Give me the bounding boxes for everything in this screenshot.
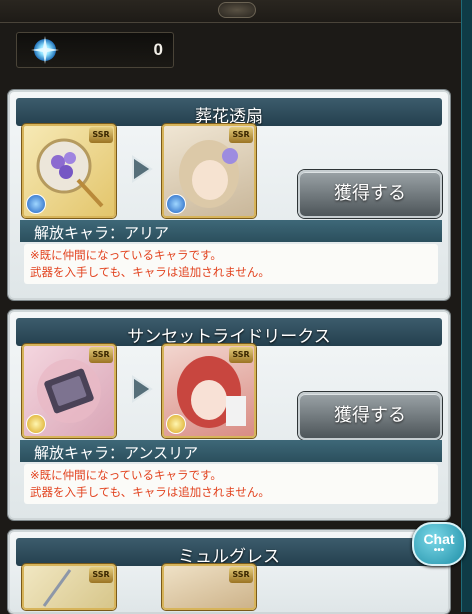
notice-line: 武器を入手しても、キャラは追加されません。 xyxy=(30,485,270,499)
light-element-icon xyxy=(26,414,46,434)
unlock-character-bar: 解放キャラ：アリア xyxy=(20,220,442,242)
weapon-icon[interactable]: SSR xyxy=(22,124,116,218)
chat-dots: ••• xyxy=(433,545,445,556)
notice-line: ※既に仲間になっているキャラです。 xyxy=(30,248,222,262)
notice-box: ※既に仲間になっているキャラです。 武器を入手しても、キャラは追加されません。 xyxy=(24,244,438,284)
top-frame xyxy=(0,0,462,23)
water-element-icon xyxy=(26,194,46,214)
unlock-character-label: 解放キャラ：アンスリア xyxy=(34,444,199,462)
unlock-character-bar: 解放キャラ：アンスリア xyxy=(20,440,442,462)
rarity-badge: SSR xyxy=(89,567,113,583)
frame-ornament xyxy=(218,2,256,18)
card-title-bar: サンセットライドリークス xyxy=(16,318,442,347)
character-icon[interactable]: SSR xyxy=(162,344,256,438)
rarity-badge: SSR xyxy=(89,127,113,143)
rarity-badge: SSR xyxy=(89,347,113,363)
arrow-right-icon xyxy=(132,155,153,183)
rarity-badge: SSR xyxy=(229,127,253,143)
card-title-bar: 葬花透扇 xyxy=(16,98,442,127)
character-icon[interactable]: SSR xyxy=(162,564,256,610)
rarity-badge: SSR xyxy=(229,567,253,583)
crystal-icon xyxy=(31,36,59,64)
character-icon[interactable]: SSR xyxy=(162,124,256,218)
rarity-badge: SSR xyxy=(229,347,253,363)
notice-line: 武器を入手しても、キャラは追加されません。 xyxy=(30,265,270,279)
light-element-icon xyxy=(166,414,186,434)
weapon-icon[interactable]: SSR xyxy=(22,344,116,438)
obtain-button[interactable]: 獲得する xyxy=(298,392,442,440)
weapon-card: ミュルグレス SSR SSR xyxy=(8,530,450,614)
unlock-character-label: 解放キャラ：アリア xyxy=(34,224,170,242)
water-element-icon xyxy=(166,194,186,214)
obtain-button[interactable]: 獲得する xyxy=(298,170,442,218)
side-scroll-bar[interactable] xyxy=(461,0,472,612)
crystal-balance: 0 xyxy=(16,32,174,68)
card-title-bar: ミュルグレス xyxy=(16,538,442,567)
notice-line: ※既に仲間になっているキャラです。 xyxy=(30,468,222,482)
notice-box: ※既に仲間になっているキャラです。 武器を入手しても、キャラは追加されません。 xyxy=(24,464,438,504)
chat-button[interactable]: Chat ••• xyxy=(412,522,466,566)
weapon-card: サンセットライドリークス SSR SSR 獲得する 解放キャラ：アンスリア ※既… xyxy=(8,310,450,520)
crystal-count: 0 xyxy=(153,40,163,59)
arrow-right-icon xyxy=(132,375,153,403)
weapon-icon[interactable]: SSR xyxy=(22,564,116,610)
weapon-card: 葬花透扇 SSR SSR 獲得する 解放キャラ：アリア ※既に仲間になっているキ… xyxy=(8,90,450,300)
